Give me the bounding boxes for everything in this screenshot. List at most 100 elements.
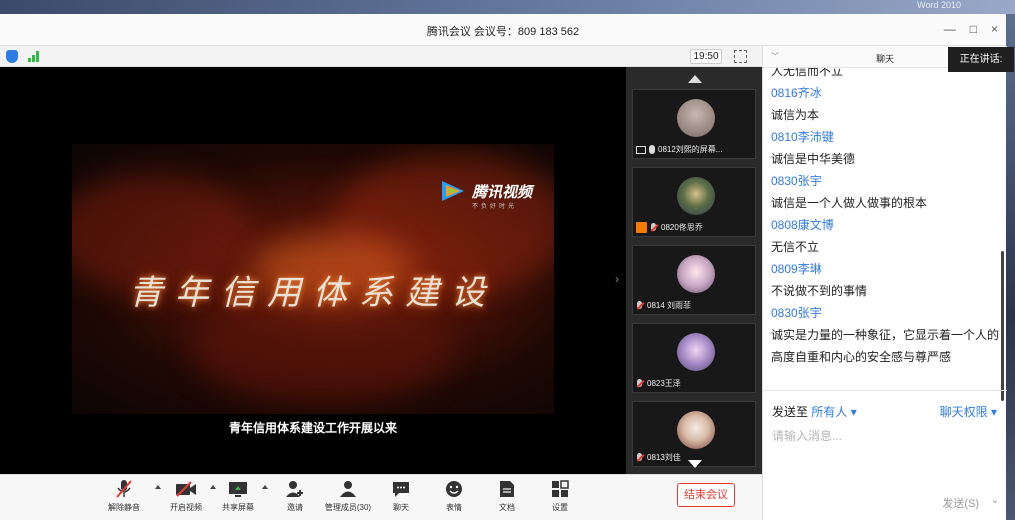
desktop-edge: [1006, 14, 1015, 520]
participant-list: 0812刘熙的屏幕... 0820佟思乔 0814 刘雨菲 0823王泽 081…: [626, 67, 762, 474]
chat-message: 0808康文博 无信不立: [771, 214, 999, 258]
message-sender[interactable]: 0809李琳: [771, 258, 999, 280]
chat-permission-label: 聊天权限: [939, 405, 988, 419]
participant-name: 0820佟思乔: [661, 223, 703, 232]
apps-grid-icon: [530, 479, 590, 499]
mic-muted-icon: [636, 453, 644, 462]
tencent-video-logo: 腾讯视频 不负好时光: [440, 179, 533, 210]
chat-scrollbar[interactable]: [1001, 251, 1004, 401]
avatar: [677, 333, 715, 371]
mic-icon: [649, 145, 655, 154]
maximize-button[interactable]: □: [970, 22, 977, 36]
speaking-indicator: 正在讲话:: [948, 47, 1014, 72]
scroll-down-arrow-icon[interactable]: [688, 460, 702, 468]
chat-compose-area: 发送至 所有人 ▾ 聊天权限 ▾ 发送(S) ⌄: [763, 390, 1007, 520]
send-to-target[interactable]: 所有人: [811, 405, 847, 419]
avatar: [677, 177, 715, 215]
meeting-timer: 19:50: [690, 49, 722, 64]
chat-permission-menu[interactable]: 聊天权限 ▾: [940, 403, 997, 420]
chat-message-list[interactable]: 人无信而不立 0816齐冰 诚信为本 0810李沛键 诚信是中华美德 0830张…: [763, 68, 1007, 390]
screen-share-icon: [636, 145, 646, 154]
message-text: 诚信是中华美德: [771, 152, 856, 166]
mic-muted-icon: [636, 301, 644, 310]
documents-button[interactable]: 文档: [477, 479, 537, 513]
message-text: 无信不立: [771, 240, 820, 254]
chat-button[interactable]: 聊天: [371, 479, 431, 513]
emoji-button[interactable]: 表情: [424, 479, 484, 513]
avatar: [677, 255, 715, 293]
share-screen-icon: [208, 479, 268, 499]
mic-muted-icon: [650, 223, 658, 232]
signal-icon[interactable]: [28, 51, 40, 62]
close-button[interactable]: ×: [991, 22, 998, 36]
dropdown-caret-icon: ▾: [990, 405, 997, 419]
participant-name: 0813刘佳: [647, 453, 681, 462]
shared-screen-video: 腾讯视频 不负好时光 青年信用体系建设 青年信用体系建设工作开展以来 ›: [0, 67, 626, 474]
participant-tile[interactable]: 0812刘熙的屏幕...: [632, 89, 756, 159]
participant-name: 0812刘熙的屏幕...: [658, 145, 723, 154]
document-icon: [477, 479, 537, 499]
invite-button[interactable]: 邀请: [265, 479, 325, 513]
message-text: 诚实是力量的一种象征，它显示着一个人的高度自重和内心的安全感与尊严感: [771, 328, 1000, 364]
camera-off-icon: [156, 479, 216, 499]
smiley-icon: [424, 479, 484, 499]
participant-tile[interactable]: 0813刘佳: [632, 401, 756, 467]
message-text: 诚信是一个人做人做事的根本: [771, 196, 928, 210]
participant-tile[interactable]: 0820佟思乔: [632, 167, 756, 237]
participant-name: 0814 刘雨菲: [647, 301, 692, 310]
mic-muted-icon: [636, 379, 644, 388]
share-screen-button[interactable]: 共享屏幕: [208, 479, 268, 513]
end-meeting-button[interactable]: 结束会议: [677, 483, 735, 507]
mic-muted-icon: [94, 479, 154, 499]
video-subtitle: 青年信用体系建设工作开展以来: [228, 421, 397, 435]
chat-message-input[interactable]: [772, 427, 998, 497]
start-video-button[interactable]: 开启视频: [156, 479, 216, 513]
window-title: 腾讯会议 会议号：809 183 562: [426, 26, 580, 38]
participant-name: 0823王泽: [647, 379, 681, 388]
title-bar: 腾讯会议 会议号：809 183 562 — □ ×: [0, 14, 1006, 46]
chat-message: 0809李琳 不说做不到的事情: [771, 258, 999, 302]
scroll-up-arrow-icon[interactable]: [688, 75, 702, 83]
add-user-icon: [265, 479, 325, 499]
chat-bubble-icon: [371, 479, 431, 499]
taskbar-word-label: Word 2010: [917, 0, 961, 10]
video-headline: 青年信用体系建设: [129, 273, 497, 313]
chat-message: 0810李沛键 诚信是中华美德: [771, 126, 999, 170]
unmute-button[interactable]: 解除静音: [94, 479, 154, 513]
send-to-selector[interactable]: 发送至 所有人 ▾: [772, 403, 857, 420]
video-area: 19:50 腾讯视频 不负好时光 青年信用体系建设 青年信用体系建设工作开展以来…: [0, 46, 762, 474]
chat-panel: ﹀ 聊天 人无信而不立 0816齐冰 诚信为本 0810李沛键 诚信是中华美德 …: [762, 46, 1007, 520]
dropdown-caret-icon[interactable]: ▾: [851, 405, 857, 419]
avatar: [677, 99, 715, 137]
logo-slogan: 不负好时光: [472, 204, 518, 210]
minimize-button[interactable]: —: [944, 22, 956, 36]
chat-message: 0830张宇 诚实是力量的一种象征，它显示着一个人的高度自重和内心的安全感与尊严…: [771, 302, 999, 368]
message-text: 诚信为本: [771, 108, 820, 122]
message-sender[interactable]: 0830张宇: [771, 302, 999, 324]
send-to-label: 发送至: [772, 405, 809, 419]
avatar: [677, 411, 715, 449]
fullscreen-icon[interactable]: [734, 50, 747, 63]
window-controls: — □ ×: [944, 22, 998, 36]
message-sender[interactable]: 0816齐冰: [771, 82, 999, 104]
message-sender[interactable]: 0808康文博: [771, 214, 999, 236]
members-icon: [318, 479, 378, 499]
shield-icon[interactable]: [6, 50, 18, 63]
settings-button[interactable]: 设置: [530, 479, 590, 513]
meeting-window: 腾讯会议 会议号：809 183 562 — □ × 19:50 腾讯视频 不负…: [0, 14, 1014, 520]
video-status-bar: 19:50: [0, 46, 762, 67]
send-button[interactable]: 发送(S): [942, 495, 979, 511]
meeting-toolbar: 解除静音 开启视频 共享屏幕 邀请 管理成员(30) 聊天 表情 文档 设置 结…: [0, 474, 762, 520]
host-badge-icon: [636, 222, 647, 233]
participant-tile[interactable]: 0823王泽: [632, 323, 756, 393]
play-logo-icon: [440, 179, 466, 203]
logo-text: 腾讯视频: [472, 183, 533, 201]
message-sender[interactable]: 0830张宇: [771, 170, 999, 192]
chevron-right-icon[interactable]: ›: [615, 272, 619, 286]
message-text: 不说做不到的事情: [771, 284, 868, 298]
send-options-caret-icon[interactable]: ⌄: [991, 495, 999, 506]
manage-members-button[interactable]: 管理成员(30): [318, 479, 378, 513]
participant-tile[interactable]: 0814 刘雨菲: [632, 245, 756, 315]
chat-message: 0816齐冰 诚信为本: [771, 82, 999, 126]
message-sender[interactable]: 0810李沛键: [771, 126, 999, 148]
